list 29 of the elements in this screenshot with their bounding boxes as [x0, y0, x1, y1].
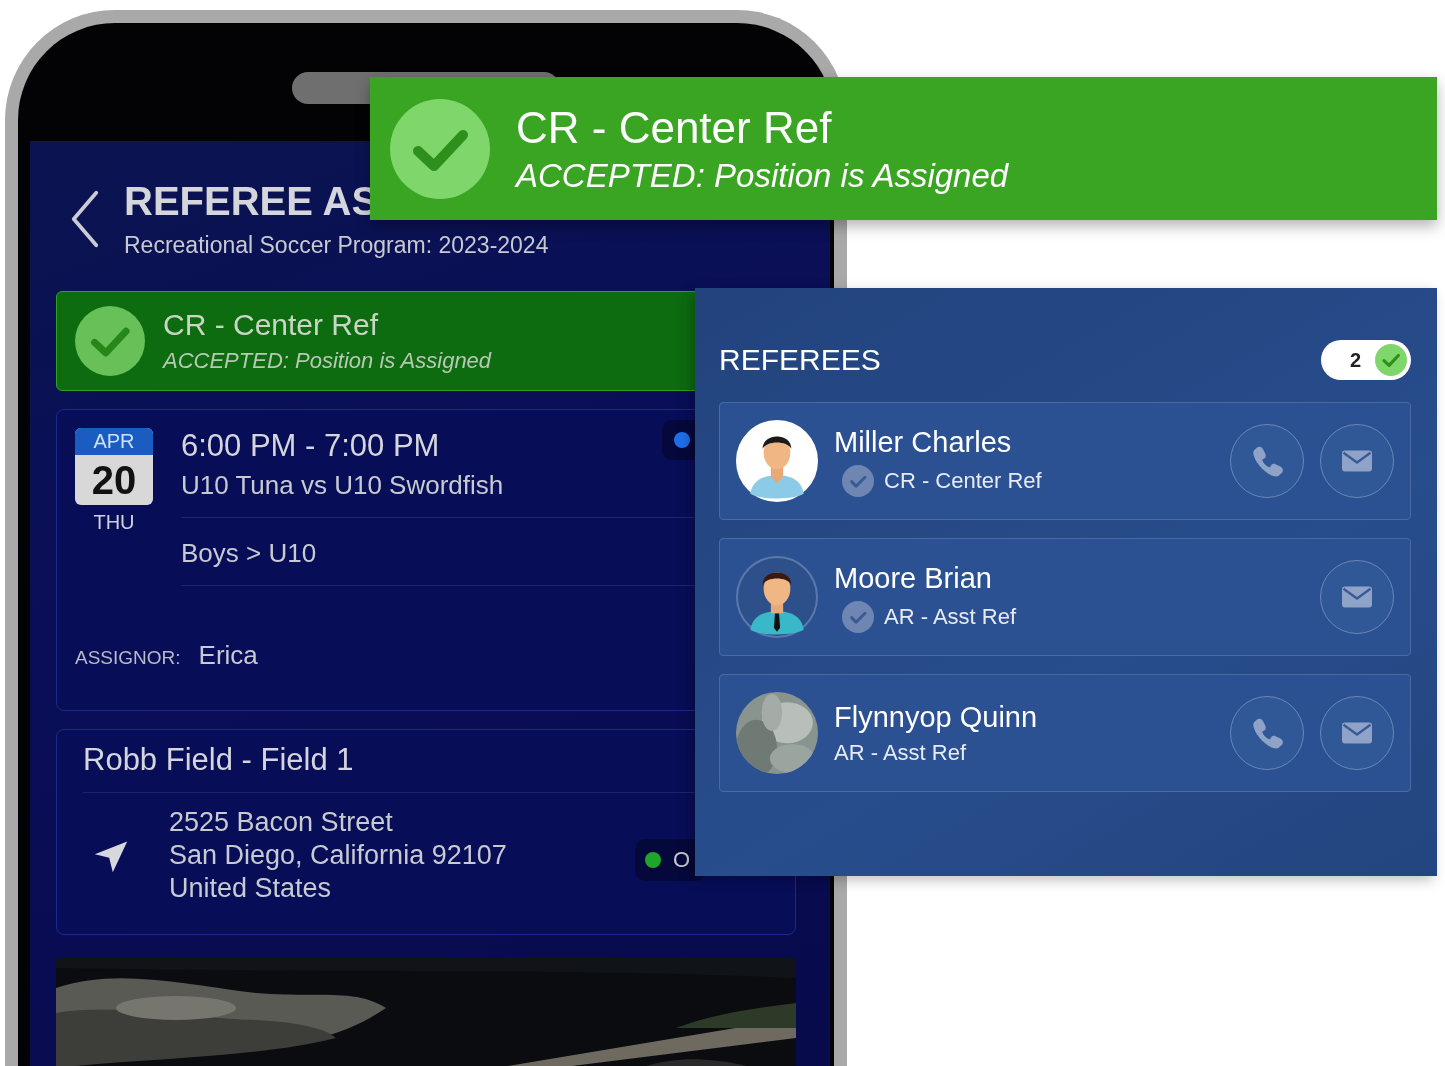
status-message: ACCEPTED: Position is Assigned [163, 348, 492, 374]
status-dot [674, 432, 690, 448]
address-line: San Diego, California 92107 [169, 840, 507, 871]
referee-role: AR - Asst Ref [834, 739, 967, 766]
back-icon[interactable] [70, 189, 100, 249]
status-dot [645, 852, 661, 868]
check-icon [75, 306, 145, 376]
event-time: 6:00 PM - 7:00 PM [181, 428, 440, 464]
check-icon [390, 98, 490, 199]
section-title: REFEREES [719, 343, 881, 377]
status-message: ACCEPTED: Position is Assigned [516, 156, 1009, 195]
referee-role: AR - Asst Ref [884, 603, 1017, 630]
status-text: O [673, 847, 691, 873]
date-day: 20 [91, 455, 137, 505]
page-subtitle: Recreational Soccer Program: 2023-2024 [124, 232, 549, 259]
referee-name: Flynnyop Quinn [834, 700, 1039, 734]
assignor-name: Erica [198, 639, 258, 671]
status-title: CR - Center Ref [516, 102, 833, 153]
date-month: APR [75, 428, 153, 455]
status-title: CR - Center Ref [163, 308, 380, 342]
count-text: 2 [1349, 348, 1361, 372]
assignor-label: ASSIGNOR: [75, 646, 181, 669]
address-line: United States [169, 873, 333, 904]
referee-name: Miller Charles [834, 425, 1013, 459]
referee-role: CR - Center Ref [884, 467, 1042, 494]
referee-name: Moore Brian [834, 561, 993, 595]
weekday-label: THU [92, 511, 136, 534]
check-icon [1375, 344, 1407, 376]
address-line: 2525 Bacon Street [169, 807, 394, 838]
